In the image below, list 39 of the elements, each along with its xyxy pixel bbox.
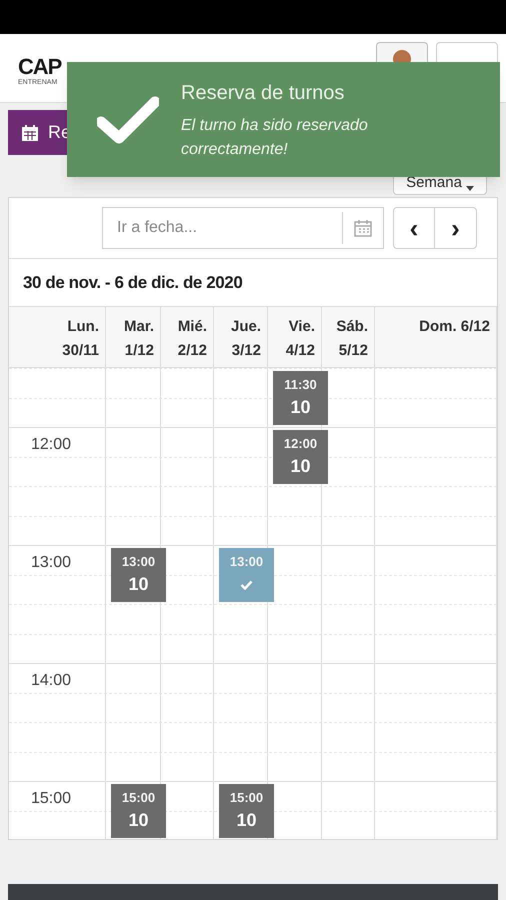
- calendar-icon: [353, 218, 373, 238]
- day-header: Mar. 1/12: [124, 317, 154, 361]
- check-icon: [240, 580, 253, 590]
- caret-icon: [466, 186, 474, 191]
- logo-text: CAP: [18, 56, 62, 78]
- toast-title: Reserva de turnos: [181, 80, 346, 106]
- slot-capacity: 10: [290, 396, 311, 419]
- time-label: 15:00: [31, 789, 72, 809]
- booking-slot[interactable]: 15:00 10: [111, 784, 166, 838]
- slot-capacity: 10: [290, 455, 311, 478]
- booking-slot[interactable]: 15:00 10: [219, 784, 274, 838]
- day-header: Lun. 30/11: [62, 317, 99, 361]
- day-header: Vie. 4/12: [286, 317, 315, 361]
- booking-slot[interactable]: 12:00 10: [273, 430, 328, 484]
- slot-time: 11:30: [284, 377, 317, 393]
- slot-capacity: 10: [128, 809, 149, 832]
- slot-capacity: 10: [128, 573, 149, 596]
- week-title: 30 de nov. - 6 de dic. de 2020: [23, 272, 242, 294]
- booking-slot[interactable]: 11:30 10: [273, 371, 328, 425]
- slot-time: 15:00: [230, 790, 264, 806]
- slot-time: 13:00: [122, 554, 156, 570]
- next-button[interactable]: ›: [435, 208, 476, 248]
- slot-time: 15:00: [122, 790, 156, 806]
- booking-slot[interactable]: 13:00 10: [111, 548, 166, 602]
- day-header: Sáb. 5/12: [336, 317, 368, 361]
- previous-button[interactable]: ‹: [394, 208, 435, 248]
- toast-message: El turno ha sido reservado correctamente!: [181, 116, 369, 160]
- time-label: 14:00: [31, 671, 72, 691]
- day-header: Jue. 3/12: [230, 317, 261, 361]
- date-field[interactable]: Ir a fecha...: [102, 207, 384, 249]
- calendar-icon: [20, 122, 40, 142]
- time-label: 13:00: [31, 553, 72, 573]
- day-header: Dom. 6/12: [419, 317, 490, 337]
- slot-capacity: 10: [236, 809, 257, 832]
- day-header: Mié. 2/12: [178, 317, 207, 361]
- time-label: 12:00: [31, 435, 72, 455]
- checkmark-icon: [97, 96, 159, 144]
- slot-time: 13:00: [230, 554, 264, 570]
- slot-time: 12:00: [284, 436, 318, 452]
